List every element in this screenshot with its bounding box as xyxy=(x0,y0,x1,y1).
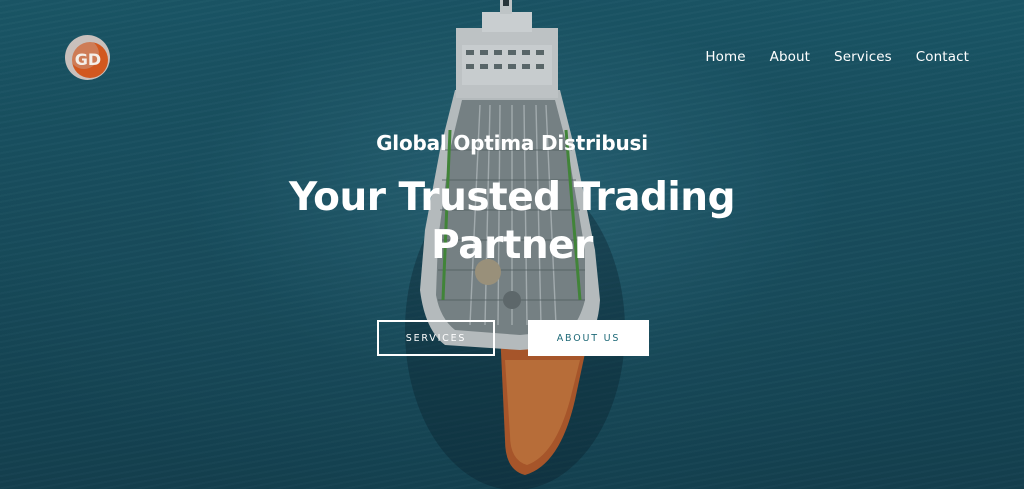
about-us-button[interactable]: ABOUT US xyxy=(528,320,649,356)
company-name: Global Optima Distribusi xyxy=(376,131,648,155)
nav-home-link[interactable]: Home xyxy=(705,49,745,65)
headline-line-1: Your Trusted Trading xyxy=(289,175,735,220)
logo-text: GD xyxy=(75,50,101,69)
nav-about-link[interactable]: About xyxy=(770,49,810,65)
nav-services-link[interactable]: Services xyxy=(834,49,892,65)
headline-line-2: Partner xyxy=(431,223,593,268)
hero-headline: Your Trusted Trading Partner xyxy=(262,174,762,270)
main-nav: Home About Services Contact xyxy=(705,49,969,65)
nav-contact-link[interactable]: Contact xyxy=(916,49,969,65)
services-button[interactable]: SERVICES xyxy=(377,320,495,356)
logo-icon[interactable]: GD xyxy=(64,34,111,81)
